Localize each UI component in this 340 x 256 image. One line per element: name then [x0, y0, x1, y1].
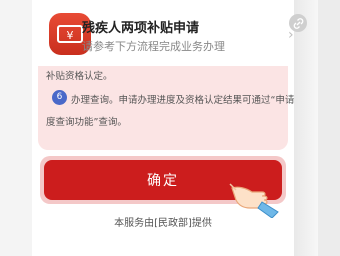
process-info-panel: 补贴资格认定。 6 办理查询。申请办理进度及资格认定结果可通过“申请进 度查询功… — [38, 66, 304, 150]
service-subtitle: 请参考下方流程完成业务办理 — [82, 40, 225, 53]
step-number-badge: 6 — [52, 90, 67, 105]
pointing-hand-icon — [228, 178, 284, 219]
link-icon[interactable] — [289, 14, 307, 32]
right-edge — [318, 0, 340, 256]
service-title: 残疾人两项补贴申请 — [82, 21, 200, 36]
service-header[interactable]: ¥ 残疾人两项补贴申请 请参考下方流程完成业务办理 › — [32, 0, 294, 70]
process-text-line: 办理查询。申请办理进度及资格认定结果可通过“申请进 — [71, 95, 304, 106]
bottom-area — [32, 243, 294, 256]
mini-program-screen: ¥ 残疾人两项补贴申请 请参考下方流程完成业务办理 › 补贴资格认定。 6 办理… — [32, 0, 304, 256]
service-provider-note: 本服务由[民政部]提供 — [114, 218, 212, 229]
process-text-line: 补贴资格认定。 — [46, 71, 113, 82]
process-text-line: 度查询功能”查询。 — [46, 117, 127, 128]
side-shadow — [294, 0, 318, 256]
svg-text:¥: ¥ — [67, 29, 74, 42]
